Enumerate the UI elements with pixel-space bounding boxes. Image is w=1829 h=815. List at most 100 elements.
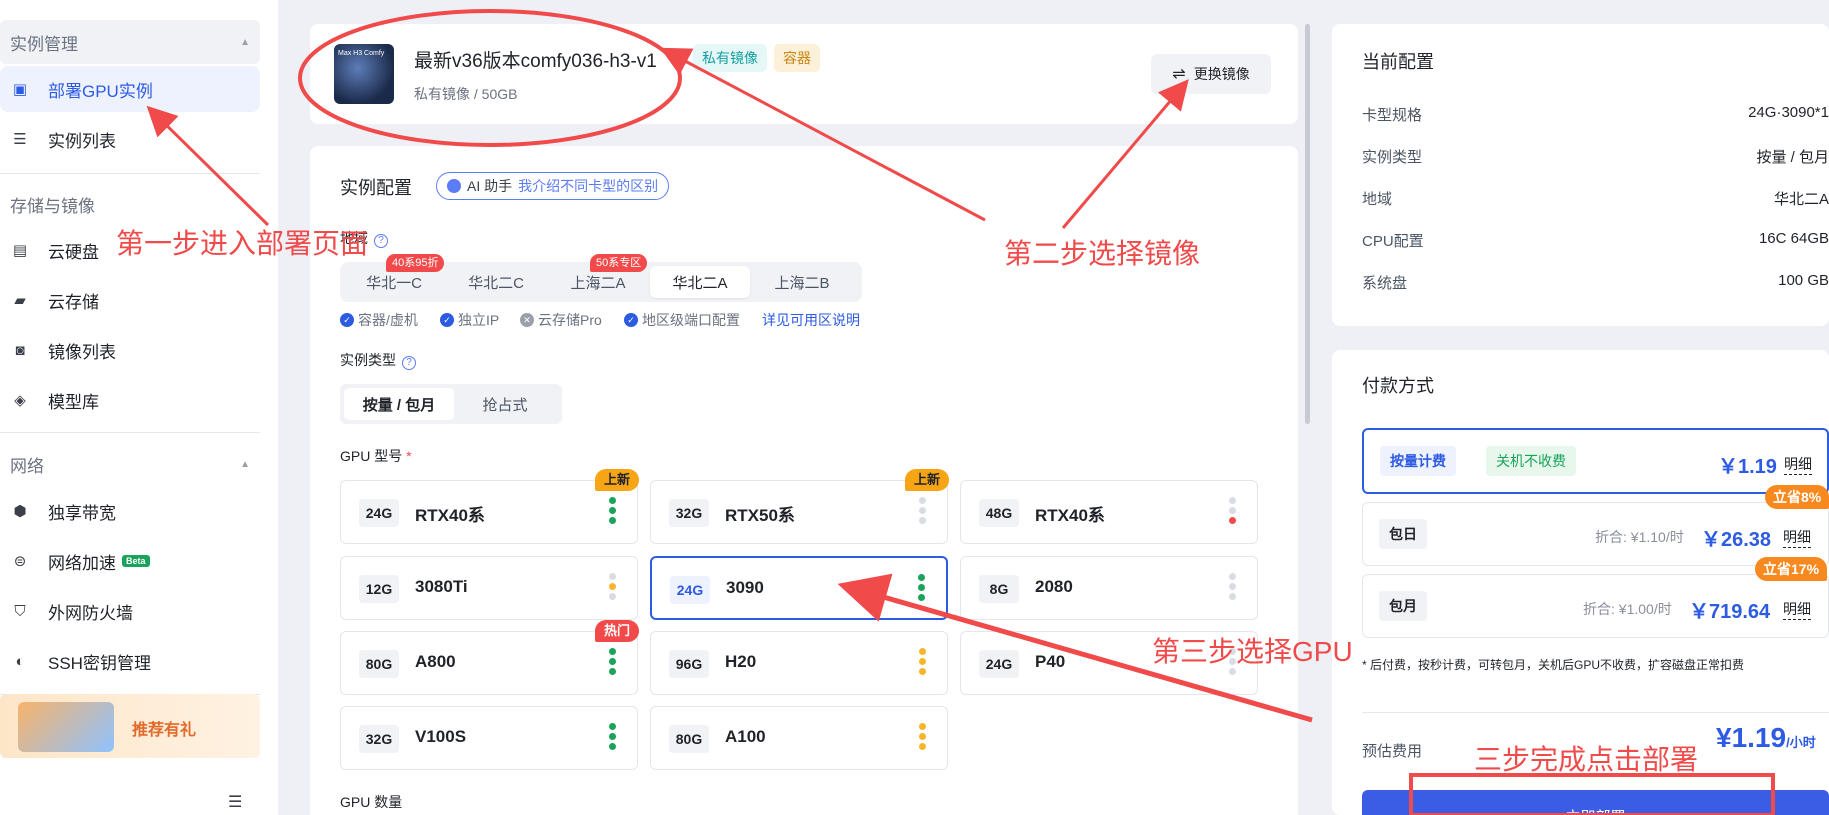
availability-indicator: [609, 648, 617, 675]
sidebar-item-cloud-storage[interactable]: ▰ 云存储: [0, 277, 260, 323]
payment-price: ￥26.38: [1701, 529, 1772, 551]
feature-item: ✓ 容器/虚机: [340, 310, 418, 330]
switch-image-label: 更换镜像: [1193, 66, 1250, 82]
sidebar-section-network[interactable]: 网络 ▲: [0, 442, 260, 486]
gpu-name: A100: [725, 727, 766, 746]
availability-dot: [609, 583, 616, 590]
row-key: 地域: [1362, 191, 1393, 208]
ai-assistant-button[interactable]: AI 助手 我介绍不同卡型的区别: [436, 172, 670, 200]
gpu-option[interactable]: 24G RTX40系 上新: [340, 469, 639, 544]
availability-indicator: [918, 574, 926, 601]
region-option-selected[interactable]: 华北二A: [650, 266, 750, 298]
payment-option-monthly[interactable]: 包月 折合: ¥1.00/时 ￥719.64 明细 立省17%: [1362, 557, 1829, 638]
scrollbar[interactable]: [1305, 24, 1310, 424]
help-icon[interactable]: ?: [374, 234, 388, 248]
availability-dot: [919, 507, 926, 514]
payment-detail-link[interactable]: 明细: [1784, 454, 1812, 475]
region-badge: 40系95折: [386, 254, 445, 272]
instance-type-label: 实例类型?: [340, 350, 416, 370]
availability-zone-link[interactable]: 详见可用区说明: [762, 310, 860, 330]
sidebar-item-label: 镜像列表: [48, 342, 116, 362]
thumb-text: Max H3 Comfy: [338, 50, 385, 57]
type-option-spot[interactable]: 抢占式: [450, 388, 560, 420]
gpu-option[interactable]: 24G P40: [960, 631, 1258, 695]
deploy-button[interactable]: 立即部署: [1362, 790, 1829, 815]
payment-discount: 折合: ¥1.00/时: [1583, 601, 1672, 617]
gpu-option[interactable]: 80G A800 热门: [340, 620, 639, 695]
ai-icon: [447, 179, 461, 193]
config-row: 实例类型 按量 / 包月: [1362, 146, 1829, 170]
payment-detail-link[interactable]: 明细: [1783, 599, 1811, 620]
gpu-option[interactable]: 96G H20: [650, 631, 948, 695]
payment-option-hourly[interactable]: 按量计费 关机不收费 ￥1.19 明细: [1362, 428, 1829, 494]
sidebar-item-deploy-gpu[interactable]: ▣ 部署GPU实例: [0, 66, 260, 112]
gpu-memory: 48G: [979, 499, 1019, 527]
gpu-name: V100S: [415, 727, 467, 746]
savings-badge: 立省17%: [1755, 557, 1828, 581]
feature-label: 独立IP: [458, 312, 500, 328]
sidebar-item-label: 云存储: [48, 292, 99, 312]
gpu-name: RTX50系: [725, 506, 795, 525]
region-option[interactable]: 上海二A 50系专区: [548, 254, 648, 298]
sidebar-item-instance-list[interactable]: ☰ 实例列表: [0, 116, 260, 162]
region-label-text: 地域: [340, 230, 368, 246]
gpu-badge: 上新: [594, 469, 639, 491]
gpu-memory: 96G: [669, 650, 709, 678]
sidebar-section-storage[interactable]: 存储与镜像: [0, 182, 260, 226]
sidebar-item-label: 云硬盘: [48, 242, 99, 262]
gpu-memory: 80G: [359, 650, 399, 678]
gpu-option-selected[interactable]: 24G 3090: [650, 556, 948, 620]
check-icon: ✓: [440, 313, 454, 327]
payment-tag: 包月: [1379, 591, 1427, 621]
sidebar-item-ssh-keys[interactable]: ◐ SSH密钥管理: [0, 638, 260, 684]
row-key: CPU配置: [1362, 233, 1424, 250]
collapse-sidebar-icon[interactable]: ☰: [228, 792, 242, 812]
payment-option-daily[interactable]: 包日 折合: ¥1.10/时 ￥26.38 明细 立省8%: [1362, 485, 1829, 566]
ai-label: AI 助手: [467, 178, 513, 194]
switch-image-button[interactable]: ⇌ 更换镜像: [1151, 54, 1271, 94]
availability-dot: [919, 517, 926, 524]
region-option[interactable]: 华北一C 40系95折: [344, 254, 445, 298]
referral-promo-banner[interactable]: 推荐有礼: [0, 694, 260, 758]
gpu-memory: 32G: [359, 725, 399, 753]
config-row: CPU配置 16C 64GB: [1362, 230, 1829, 254]
image-thumbnail: Max H3 Comfy: [334, 44, 394, 104]
sidebar-item-model-hub[interactable]: ◈ 模型库: [0, 377, 260, 423]
gpu-option[interactable]: 12G 3080Ti: [340, 556, 638, 620]
section-title: 实例管理: [10, 34, 78, 54]
gpu-name: RTX40系: [1035, 506, 1105, 525]
gpu-memory: 12G: [359, 575, 399, 603]
sidebar-item-firewall[interactable]: ⛉ 外网防火墙: [0, 588, 260, 634]
check-icon: ✓: [340, 313, 354, 327]
deploy-icon: ▣: [12, 81, 28, 98]
sidebar-item-bandwidth[interactable]: ⬢ 独享带宽: [0, 488, 260, 534]
sidebar-item-cloud-disk[interactable]: ▤ 云硬盘: [0, 227, 260, 273]
feature-item: ✓ 独立IP: [440, 310, 499, 330]
availability-indicator: [1229, 648, 1237, 675]
payment-detail-link[interactable]: 明细: [1783, 527, 1811, 548]
availability-dot: [609, 668, 616, 675]
instance-type-label-text: 实例类型: [340, 352, 396, 368]
region-badge: 50系专区: [590, 254, 648, 272]
availability-dot: [1229, 593, 1236, 600]
gpu-option[interactable]: 8G 2080: [960, 556, 1258, 620]
gpu-option[interactable]: 32G V100S: [340, 706, 638, 770]
type-option-ondemand[interactable]: 按量 / 包月: [344, 388, 454, 420]
gpu-name: 3080Ti: [415, 577, 468, 596]
payment-title: 付款方式: [1362, 376, 1434, 396]
gpu-option[interactable]: 48G RTX40系: [960, 480, 1258, 544]
instance-config-card: 实例配置 AI 助手 我介绍不同卡型的区别 地域? 华北一C 40系95折 华北…: [310, 146, 1298, 815]
container-tag: 容器: [774, 44, 820, 72]
region-selector: 华北一C 40系95折 华北二C 上海二A 50系专区 华北二A 上海二B: [340, 254, 862, 302]
region-option[interactable]: 华北二C: [446, 266, 546, 298]
gpu-option[interactable]: 80G A100: [650, 706, 948, 770]
sidebar-item-network-accel[interactable]: ⊜ 网络加速 Beta: [0, 538, 260, 584]
gpu-option[interactable]: 32G RTX50系 上新: [650, 469, 949, 544]
sidebar-section-instance[interactable]: 实例管理 ▲: [0, 20, 260, 64]
availability-dot: [919, 497, 926, 504]
help-icon[interactable]: ?: [402, 356, 416, 370]
gift-icon: [18, 702, 114, 752]
section-title: 网络: [10, 456, 44, 476]
sidebar-item-image-list[interactable]: ◙ 镜像列表: [0, 327, 260, 373]
region-option[interactable]: 上海二B: [752, 266, 852, 298]
